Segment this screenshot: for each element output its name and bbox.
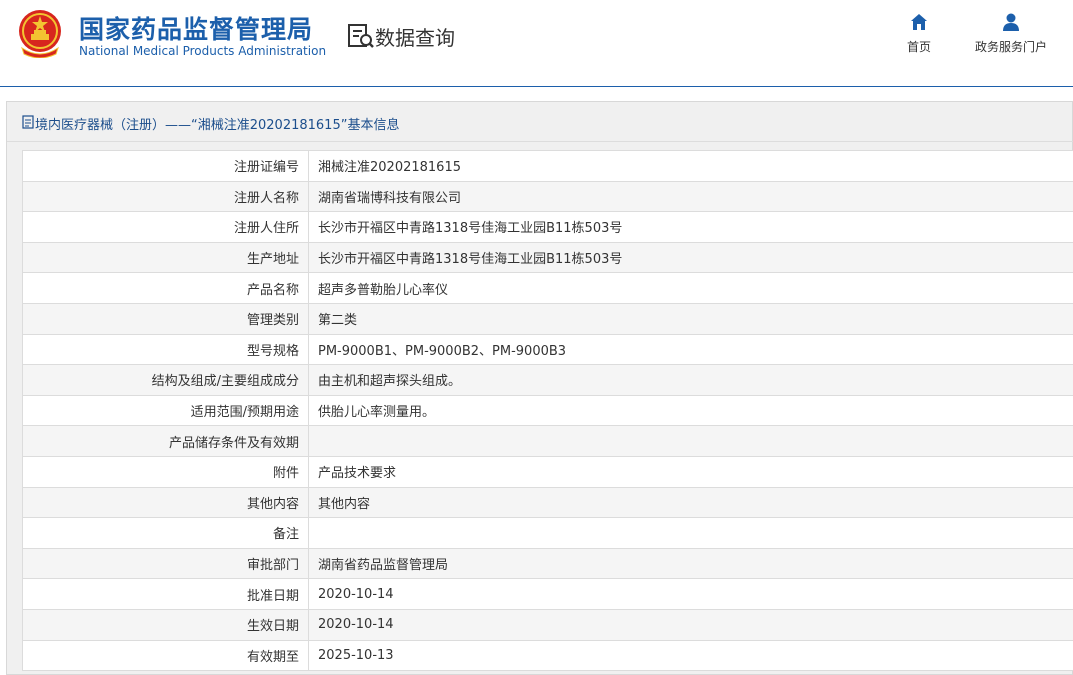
field-label: 备注	[22, 517, 309, 549]
breadcrumb-text: 境内医疗器械（注册）——“湘械注准20202181615”基本信息	[35, 118, 400, 133]
field-value: 超声多普勒胎儿心率仪	[308, 272, 1073, 304]
table-row: 注册证编号 湘械注准20202181615	[22, 150, 1073, 182]
user-icon	[1003, 13, 1019, 31]
field-label: 有效期至	[22, 639, 309, 672]
table-row: 附件 产品技术要求	[22, 455, 1073, 488]
table-row: 型号规格 PM-9000B1、PM-9000B2、PM-9000B3	[22, 333, 1073, 366]
table-row: 其他内容 其他内容	[22, 486, 1073, 519]
field-label: 适用范围/预期用途	[22, 394, 309, 427]
table-row: 生效日期 2020-10-14	[22, 608, 1073, 641]
field-label: 管理类别	[22, 302, 309, 335]
field-value: 2025-10-13	[308, 639, 1073, 672]
home-icon	[911, 14, 927, 30]
field-label: 批准日期	[22, 578, 309, 610]
field-value: 2020-10-14	[308, 578, 1073, 610]
field-label: 生产地址	[22, 241, 309, 274]
table-row: 产品储存条件及有效期	[22, 425, 1073, 457]
field-label: 结构及组成/主要组成成分	[22, 364, 309, 396]
field-value: 长沙市开福区中青路1318号佳海工业园B11栋503号	[308, 211, 1073, 243]
header-divider	[0, 86, 1073, 87]
document-icon	[22, 115, 34, 129]
table-row: 适用范围/预期用途 供胎儿心率测量用。	[22, 394, 1073, 427]
field-value: 产品技术要求	[308, 455, 1073, 488]
field-value: 湖南省药品监督管理局	[308, 547, 1073, 580]
field-label: 注册证编号	[22, 150, 309, 182]
table-row: 结构及组成/主要组成成分 由主机和超声探头组成。	[22, 364, 1073, 396]
table-row: 管理类别 第二类	[22, 302, 1073, 335]
field-value: 湘械注准20202181615	[308, 150, 1073, 182]
field-value	[308, 425, 1073, 457]
site-title-en: National Medical Products Administration	[79, 44, 327, 58]
field-label: 产品储存条件及有效期	[22, 425, 309, 457]
field-label: 附件	[22, 455, 309, 488]
field-label: 注册人住所	[22, 211, 309, 243]
table-row: 审批部门 湖南省药品监督管理局	[22, 547, 1073, 580]
data-query-title: 数据查询	[375, 26, 455, 50]
registration-info-table: 注册证编号 湘械注准20202181615 注册人名称 湖南省瑞博科技有限公司 注册人住…	[22, 150, 1073, 672]
nav-service-portal-link[interactable]: 政务服务门户	[968, 12, 1054, 55]
site-title-cn: 国家药品监督管理局	[79, 15, 314, 44]
field-value: 2020-10-14	[308, 608, 1073, 641]
field-label: 型号规格	[22, 333, 309, 366]
nav-home-label: 首页	[906, 40, 931, 54]
field-label: 注册人名称	[22, 180, 309, 213]
table-row: 批准日期 2020-10-14	[22, 578, 1073, 610]
national-emblem-icon	[19, 10, 61, 58]
nav-service-label: 政务服务门户	[974, 40, 1047, 54]
table-row: 注册人住所 长沙市开福区中青路1318号佳海工业园B11栋503号	[22, 211, 1073, 243]
breadcrumb: 境内医疗器械（注册）——“湘械注准20202181615”基本信息	[7, 102, 1073, 142]
field-value: 长沙市开福区中青路1318号佳海工业园B11栋503号	[308, 241, 1073, 274]
field-value: 第二类	[308, 302, 1073, 335]
table-row: 产品名称 超声多普勒胎儿心率仪	[22, 272, 1073, 304]
nav-home-link[interactable]: 首页	[897, 12, 941, 55]
detail-panel: 境内医疗器械（注册）——“湘械注准20202181615”基本信息 注册证编号湘…	[6, 101, 1073, 675]
field-value: 供胎儿心率测量用。	[308, 394, 1073, 427]
table-row: 注册人名称 湖南省瑞博科技有限公司	[22, 180, 1073, 213]
data-query-icon	[348, 24, 374, 48]
field-label: 产品名称	[22, 272, 309, 304]
field-label: 生效日期	[22, 608, 309, 641]
site-header: 国家药品监督管理局 National Medical Products Admi…	[0, 0, 1073, 86]
field-value	[308, 517, 1073, 549]
field-value: 其他内容	[308, 486, 1073, 519]
field-label: 审批部门	[22, 547, 309, 580]
field-value: 由主机和超声探头组成。	[308, 364, 1073, 396]
table-row: 生产地址 长沙市开福区中青路1318号佳海工业园B11栋503号	[22, 241, 1073, 274]
table-row: 备注	[22, 517, 1073, 549]
field-value: 湖南省瑞博科技有限公司	[308, 180, 1073, 213]
field-value: PM-9000B1、PM-9000B2、PM-9000B3	[308, 333, 1073, 366]
field-label: 其他内容	[22, 486, 309, 519]
table-row: 有效期至 2025-10-13	[22, 639, 1073, 672]
